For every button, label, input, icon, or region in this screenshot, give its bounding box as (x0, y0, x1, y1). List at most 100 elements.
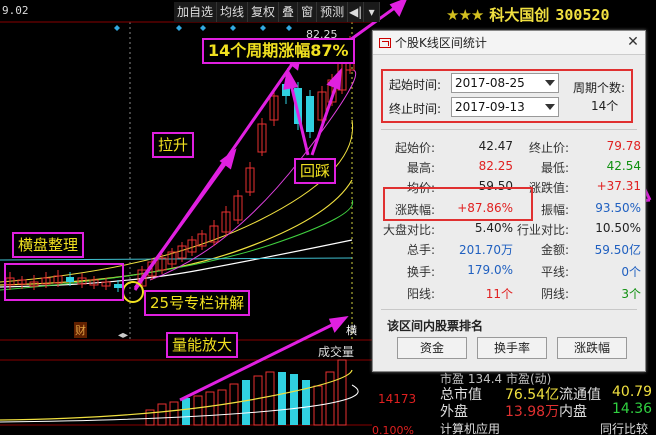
period-count-label: 周期个数: (573, 81, 626, 95)
speaker-icon[interactable]: ◀| (348, 2, 365, 22)
volume-bar (325, 371, 335, 426)
flat-label: 平线: (540, 265, 569, 279)
stock-title: ★★★ 科大国创 300520 (446, 4, 610, 25)
market-compare-value: 5.40% (474, 221, 513, 235)
window-button[interactable]: 窗 (298, 2, 318, 22)
price-fragment: 9.02 (2, 4, 29, 17)
pullback-annotation: 回踩 (294, 158, 337, 184)
low-value: 42.54 (606, 159, 641, 173)
inner-volume-label: 内盘 (559, 404, 587, 420)
volume-bar (182, 398, 190, 425)
up-candle-label: 阳线: (406, 287, 435, 301)
down-candle-label: 阴线: (540, 287, 569, 301)
divider (381, 129, 637, 130)
close-label: 终止价: (528, 141, 569, 155)
svg-text:◂▸: ◂▸ (118, 330, 128, 341)
volume-title: 成交量 (318, 345, 355, 359)
column-annotation: 25号专栏讲解 (144, 290, 251, 316)
industry-label: 计算机应用 (440, 422, 501, 435)
peer-compare-link[interactable]: 同行比较 (600, 420, 648, 435)
close-value: 79.78 (606, 139, 641, 153)
dialog-titlebar[interactable]: 个股K线区间统计 (373, 31, 645, 55)
amount-value: 59.50亿 (594, 243, 641, 257)
close-icon[interactable]: ✕ (625, 35, 641, 51)
pct-value: +87.86% (457, 201, 513, 215)
chevron-down-icon (545, 104, 555, 110)
period-gain-annotation: 14个周期涨幅87% (202, 38, 355, 64)
pct-label: 涨跌幅: (394, 203, 435, 217)
chart-icon (379, 37, 391, 48)
turnover-value: 179.0% (467, 263, 513, 277)
down-candle-value: 3个 (621, 287, 641, 301)
volume-bar (265, 371, 275, 426)
up-candle-value: 11个 (485, 287, 513, 301)
volume-bar (253, 375, 263, 426)
outer-volume-value: 13.98万 (505, 404, 560, 420)
volume-bar (205, 391, 215, 426)
open-label: 起始价: (394, 141, 435, 155)
chevron-down-icon (545, 80, 555, 86)
volume-label: 总手: (406, 243, 435, 257)
dialog-title: 个股K线区间统计 (395, 36, 487, 50)
turnover-label: 换手: (406, 265, 435, 279)
rank-change-button[interactable]: 涨跌幅 (557, 337, 627, 359)
stock-name: 科大国创 (489, 6, 550, 24)
volume-bar (302, 380, 310, 425)
low-label: 最低: (540, 161, 569, 175)
volume-axis-value: 14173 (378, 392, 417, 406)
dropdown-arrow-icon[interactable]: ▾ (364, 2, 381, 22)
inner-volume-value: 14.36 (612, 401, 653, 417)
volume-value: 201.70万 (459, 243, 513, 257)
add-watchlist-button[interactable]: 加自选 (174, 2, 218, 22)
rise-annotation: 拉升 (152, 132, 195, 158)
industry-compare-label: 行业对比: (516, 223, 569, 237)
stock-code: 300520 (555, 5, 610, 24)
chart-toolbar: 加自选 均线 复权 叠 窗 预测 ◀| ▾ (174, 2, 381, 22)
end-date-select[interactable]: 2017-09-13 (451, 97, 559, 117)
consolidation-box (4, 263, 124, 301)
end-time-label: 终止时间: (389, 102, 442, 116)
candle-body (306, 96, 314, 132)
industry-compare-value: 10.50% (595, 221, 641, 235)
high-value: 82.25 (478, 159, 513, 173)
amount-label: 金额: (540, 243, 569, 257)
volume-bar (157, 403, 167, 426)
rank-turnover-button[interactable]: 换手率 (477, 337, 547, 359)
volume-bar (242, 380, 250, 425)
volume-bar (337, 359, 347, 426)
end-date-value: 2017-09-13 (455, 100, 525, 114)
divider (381, 309, 637, 310)
rating-stars: ★★★ (446, 5, 484, 24)
interval-stats-dialog: 个股K线区间统计 ✕ 起始时间: 2017-08-25 终止时间: 2017-0… (372, 30, 646, 372)
open-value: 42.47 (478, 139, 513, 153)
amplitude-label: 振幅: (540, 203, 569, 217)
volume-bar (193, 395, 203, 426)
high-label: 最高: (406, 161, 435, 175)
start-time-label: 起始时间: (389, 78, 442, 92)
volume-annotation: 量能放大 (166, 332, 239, 358)
volume-bar (229, 383, 239, 426)
market-compare-label: 大盘对比: (382, 223, 435, 237)
volume-axis-tick: 0.100% (372, 424, 414, 435)
finance-marker[interactable]: 财 (74, 322, 87, 338)
ranking-title: 该区间内股票排名 (387, 319, 484, 333)
volume-bar (278, 372, 286, 425)
volume-bar (290, 374, 298, 425)
start-date-select[interactable]: 2017-08-25 (451, 73, 559, 93)
change-value: +37.31 (596, 179, 641, 193)
forecast-button[interactable]: 预测 (317, 2, 349, 22)
volume-bar (169, 401, 179, 426)
heng-label: 横 (346, 324, 357, 337)
amplitude-value: 93.50% (595, 201, 641, 215)
overlay-button[interactable]: 叠 (279, 2, 299, 22)
consolidation-annotation: 横盘整理 (12, 232, 85, 258)
rank-capital-button[interactable]: 资金 (397, 337, 467, 359)
outer-volume-label: 外盘 (440, 404, 468, 420)
start-date-value: 2017-08-25 (455, 76, 525, 90)
adjust-button[interactable]: 复权 (248, 2, 280, 22)
period-count-value: 14个 (591, 99, 619, 113)
moving-average-button[interactable]: 均线 (217, 2, 249, 22)
flat-value: 0个 (621, 265, 641, 279)
float-cap-value: 40.79 (612, 384, 653, 400)
volume-bar (217, 389, 227, 426)
